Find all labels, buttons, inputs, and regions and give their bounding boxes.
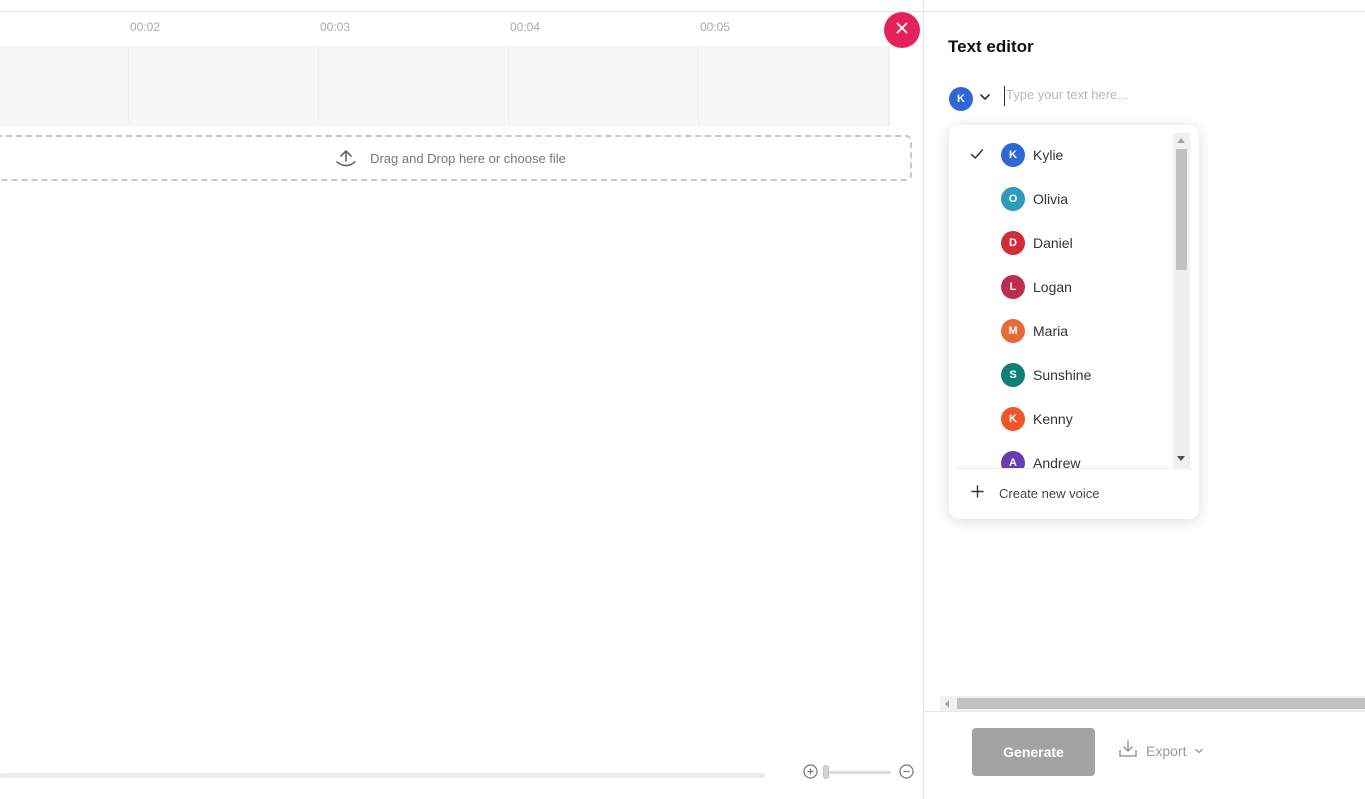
voice-name: Maria bbox=[1033, 323, 1069, 339]
zoom-slider-handle[interactable] bbox=[823, 765, 829, 779]
voice-option-maria[interactable]: M Maria bbox=[949, 309, 1175, 353]
scroll-left-icon[interactable] bbox=[945, 700, 949, 708]
voice-dropdown: K Kylie O Olivia D Daniel L Logan M Mari… bbox=[949, 125, 1199, 519]
voice-list: K Kylie O Olivia D Daniel L Logan M Mari… bbox=[949, 125, 1175, 468]
voice-selector[interactable]: K bbox=[949, 87, 991, 111]
zoom-in-icon[interactable] bbox=[803, 764, 818, 779]
voice-name: Andrew bbox=[1033, 455, 1081, 468]
close-button[interactable] bbox=[884, 12, 920, 48]
scroll-down-icon[interactable] bbox=[1177, 456, 1185, 461]
timeline-scrollbar[interactable] bbox=[0, 773, 765, 778]
voice-name: Kylie bbox=[1033, 147, 1064, 163]
voice-option-kylie[interactable]: K Kylie bbox=[949, 133, 1175, 177]
voice-option-daniel[interactable]: D Daniel bbox=[949, 221, 1175, 265]
tick-label: 00:02 bbox=[129, 20, 161, 34]
audio-track[interactable] bbox=[0, 46, 890, 126]
panel-divider bbox=[923, 0, 924, 799]
tick-label: 00:05 bbox=[699, 20, 731, 34]
voice-name: Logan bbox=[1033, 279, 1072, 295]
grid-line bbox=[128, 46, 129, 126]
zoom-out-icon[interactable] bbox=[899, 764, 914, 779]
export-button[interactable]: Export bbox=[1118, 740, 1204, 761]
chevron-down-icon bbox=[1194, 743, 1204, 759]
avatar: K bbox=[1001, 143, 1025, 167]
download-icon bbox=[1118, 740, 1138, 761]
voice-option-olivia[interactable]: O Olivia bbox=[949, 177, 1175, 221]
voice-option-andrew[interactable]: A Andrew bbox=[949, 441, 1175, 468]
file-dropzone[interactable]: Drag and Drop here or choose file bbox=[0, 135, 912, 181]
grid-line bbox=[508, 46, 509, 126]
avatar: O bbox=[1001, 187, 1025, 211]
tick-label: 00:04 bbox=[509, 20, 541, 34]
chevron-down-icon bbox=[979, 90, 991, 108]
generate-button[interactable]: Generate bbox=[972, 728, 1095, 776]
grid-line bbox=[888, 46, 889, 126]
avatar: A bbox=[1001, 451, 1025, 468]
tick-label: 00:03 bbox=[319, 20, 351, 34]
export-label: Export bbox=[1146, 742, 1187, 759]
check-icon bbox=[970, 147, 984, 166]
close-icon bbox=[896, 21, 908, 39]
avatar: S bbox=[1001, 363, 1025, 387]
avatar: L bbox=[1001, 275, 1025, 299]
scroll-up-icon[interactable] bbox=[1177, 138, 1185, 143]
dropdown-scrollbar-thumb[interactable] bbox=[1176, 149, 1187, 270]
voice-name: Kenny bbox=[1033, 411, 1073, 427]
footer-border bbox=[924, 711, 1365, 712]
timeline-ruler: 00:02 00:03 00:04 00:05 bbox=[0, 12, 922, 46]
text-input[interactable] bbox=[1006, 84, 1306, 104]
upload-icon bbox=[336, 149, 356, 167]
voice-option-sunshine[interactable]: S Sunshine bbox=[949, 353, 1175, 397]
avatar: M bbox=[1001, 319, 1025, 343]
dropdown-divider bbox=[956, 468, 1192, 469]
grid-line bbox=[318, 46, 319, 126]
create-voice-label: Create new voice bbox=[999, 485, 1100, 501]
dropzone-label: Drag and Drop here or choose file bbox=[370, 150, 566, 166]
editor-scrollbar-thumb[interactable] bbox=[957, 698, 1365, 709]
zoom-slider-track[interactable] bbox=[825, 771, 891, 774]
avatar: K bbox=[949, 87, 973, 111]
voice-option-kenny[interactable]: K Kenny bbox=[949, 397, 1175, 441]
create-new-voice-button[interactable]: Create new voice bbox=[949, 477, 1199, 509]
voice-name: Daniel bbox=[1033, 235, 1073, 251]
avatar: K bbox=[1001, 407, 1025, 431]
voice-name: Sunshine bbox=[1033, 367, 1092, 383]
text-cursor bbox=[1004, 86, 1005, 106]
voice-name: Olivia bbox=[1033, 191, 1069, 207]
panel-title: Text editor bbox=[948, 37, 1034, 56]
avatar: D bbox=[1001, 231, 1025, 255]
voice-option-logan[interactable]: L Logan bbox=[949, 265, 1175, 309]
grid-line bbox=[698, 46, 699, 126]
plus-icon bbox=[971, 485, 984, 503]
